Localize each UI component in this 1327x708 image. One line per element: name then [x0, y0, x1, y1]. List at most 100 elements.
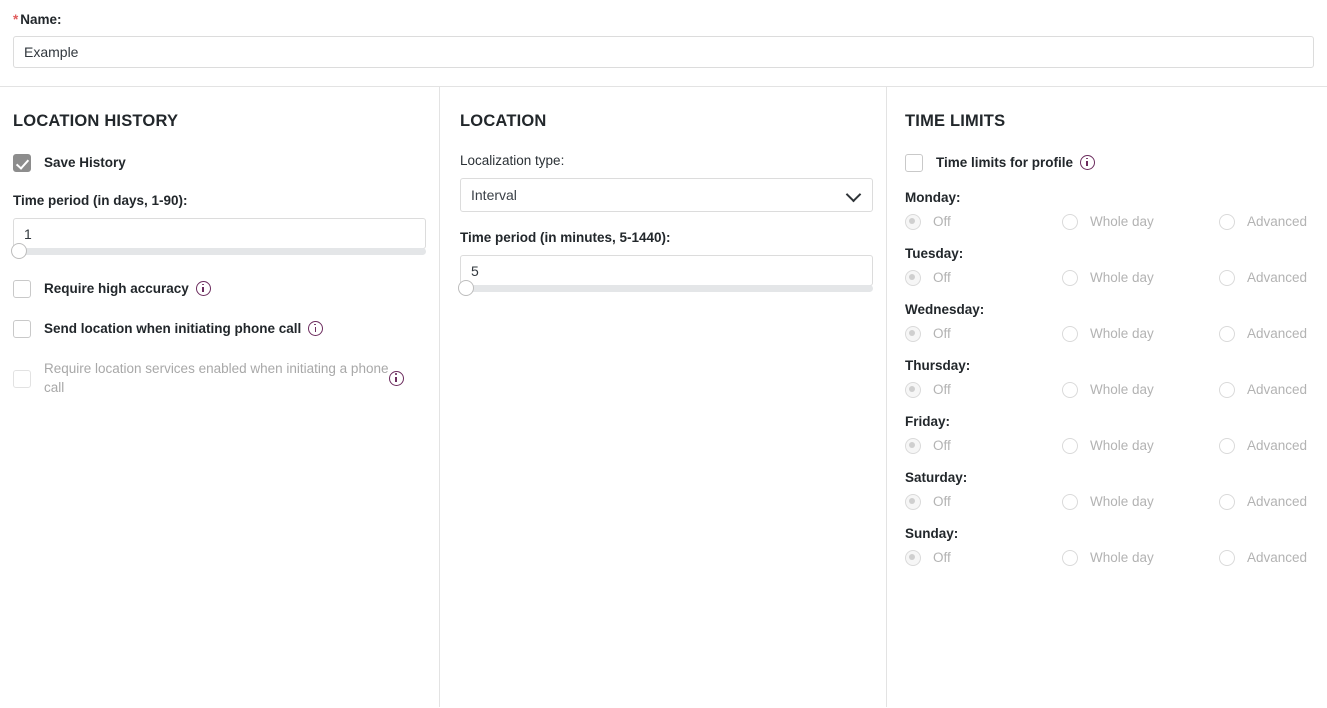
day-label: Tuesday:: [905, 246, 964, 261]
radio-option-whole-day[interactable]: Whole day: [1062, 270, 1219, 286]
radio-label: Whole day: [1090, 214, 1154, 229]
day-block: Tuesday: Off Whole day Advanced: [905, 246, 1314, 286]
day-radio-group: Off Whole day Advanced: [905, 270, 1314, 286]
radio-label: Advanced: [1247, 214, 1308, 229]
radio-option-advanced[interactable]: Advanced: [1219, 382, 1307, 398]
radio-option-whole-day[interactable]: Whole day: [1062, 382, 1219, 398]
radio-option-advanced[interactable]: Advanced: [1219, 270, 1307, 286]
radio-label: Off: [933, 494, 951, 509]
day-block: Thursday: Off Whole day Advanced: [905, 358, 1314, 398]
radio-button[interactable]: [1219, 438, 1235, 454]
radio-option-off[interactable]: Off: [905, 270, 1062, 286]
radio-button[interactable]: [1219, 382, 1235, 398]
time-limits-title: TIME LIMITS: [905, 112, 1006, 130]
radio-button[interactable]: [905, 270, 921, 286]
radio-button[interactable]: [1062, 494, 1078, 510]
time-limits-profile-label: Time limits for profile: [936, 153, 1096, 172]
radio-option-off[interactable]: Off: [905, 438, 1062, 454]
radio-option-whole-day[interactable]: Whole day: [1062, 550, 1219, 566]
location-time-period-slider[interactable]: [458, 280, 873, 296]
radio-button[interactable]: [905, 214, 921, 230]
radio-label: Advanced: [1247, 494, 1308, 509]
location-title: LOCATION: [460, 112, 547, 130]
day-radio-group: Off Whole day Advanced: [905, 382, 1314, 398]
radio-button[interactable]: [1219, 214, 1235, 230]
localization-type-select[interactable]: Interval: [460, 178, 873, 212]
radio-option-off[interactable]: Off: [905, 550, 1062, 566]
radio-option-off[interactable]: Off: [905, 326, 1062, 342]
radio-option-whole-day[interactable]: Whole day: [1062, 214, 1219, 230]
info-icon[interactable]: [308, 321, 324, 336]
location-history-title: LOCATION HISTORY: [13, 112, 179, 130]
send-location-phone-call-checkbox[interactable]: [13, 320, 31, 338]
radio-option-off[interactable]: Off: [905, 494, 1062, 510]
require-high-accuracy-row[interactable]: Require high accuracy: [13, 279, 426, 298]
name-input[interactable]: [13, 36, 1314, 68]
day-schedule-list: Monday: Off Whole day Advanced Tuesday: Off Wh…: [905, 190, 1314, 566]
day-block: Sunday: Off Whole day Advanced: [905, 526, 1314, 566]
radio-option-advanced[interactable]: Advanced: [1219, 438, 1307, 454]
day-label: Friday:: [905, 414, 951, 429]
history-slider-thumb[interactable]: [11, 243, 27, 259]
info-icon[interactable]: [195, 281, 211, 296]
radio-button[interactable]: [905, 550, 921, 566]
location-section: LOCATION Localization type: Interval Tim…: [439, 87, 886, 707]
radio-option-advanced[interactable]: Advanced: [1219, 326, 1307, 342]
radio-button[interactable]: [1062, 270, 1078, 286]
radio-button[interactable]: [1062, 550, 1078, 566]
require-location-services-label: Require location services enabled when i…: [44, 361, 389, 395]
day-radio-group: Off Whole day Advanced: [905, 214, 1314, 230]
day-block: Saturday: Off Whole day Advanced: [905, 470, 1314, 510]
radio-button[interactable]: [1219, 550, 1235, 566]
required-marker: *: [13, 12, 19, 27]
radio-button[interactable]: [1062, 382, 1078, 398]
radio-button[interactable]: [1219, 326, 1235, 342]
radio-button[interactable]: [1062, 438, 1078, 454]
radio-label: Off: [933, 550, 951, 565]
radio-label: Whole day: [1090, 494, 1154, 509]
time-limits-profile-row[interactable]: Time limits for profile: [905, 153, 1314, 172]
radio-option-off[interactable]: Off: [905, 382, 1062, 398]
radio-option-whole-day[interactable]: Whole day: [1062, 494, 1219, 510]
location-slider-thumb[interactable]: [458, 280, 474, 296]
radio-label: Advanced: [1247, 270, 1308, 285]
time-limits-profile-text: Time limits for profile: [936, 155, 1074, 170]
info-icon[interactable]: [389, 370, 404, 386]
radio-button[interactable]: [1062, 326, 1078, 342]
radio-label: Off: [933, 382, 951, 397]
radio-option-whole-day[interactable]: Whole day: [1062, 326, 1219, 342]
require-high-accuracy-checkbox[interactable]: [13, 280, 31, 298]
localization-type-select-wrap[interactable]: Interval: [460, 178, 873, 212]
save-history-checkbox[interactable]: [13, 154, 31, 172]
radio-button[interactable]: [905, 494, 921, 510]
name-field-block: * Name:: [0, 0, 1327, 68]
radio-option-off[interactable]: Off: [905, 214, 1062, 230]
day-label: Monday:: [905, 190, 961, 205]
radio-option-advanced[interactable]: Advanced: [1219, 494, 1307, 510]
radio-button[interactable]: [905, 382, 921, 398]
save-history-row[interactable]: Save History: [13, 153, 426, 172]
require-location-services-row: Require location services enabled when i…: [13, 359, 426, 397]
history-slider-track[interactable]: [13, 248, 426, 255]
location-slider-track[interactable]: [460, 285, 873, 292]
radio-option-whole-day[interactable]: Whole day: [1062, 438, 1219, 454]
radio-option-advanced[interactable]: Advanced: [1219, 214, 1307, 230]
name-field-label: * Name:: [13, 12, 1314, 28]
radio-button[interactable]: [1219, 494, 1235, 510]
history-time-period-slider[interactable]: [11, 243, 426, 259]
time-limits-profile-checkbox[interactable]: [905, 154, 923, 172]
radio-label: Off: [933, 270, 951, 285]
send-location-phone-call-text: Send location when initiating phone call: [44, 321, 302, 336]
radio-button[interactable]: [905, 438, 921, 454]
radio-label: Whole day: [1090, 438, 1154, 453]
info-icon[interactable]: [1080, 155, 1096, 170]
radio-label: Advanced: [1247, 550, 1308, 565]
send-location-phone-call-row[interactable]: Send location when initiating phone call: [13, 319, 426, 338]
radio-label: Whole day: [1090, 326, 1154, 341]
time-limits-section: TIME LIMITS Time limits for profile Mond…: [886, 87, 1327, 707]
radio-button[interactable]: [1219, 270, 1235, 286]
radio-option-advanced[interactable]: Advanced: [1219, 550, 1307, 566]
radio-label: Advanced: [1247, 438, 1308, 453]
radio-button[interactable]: [1062, 214, 1078, 230]
radio-button[interactable]: [905, 326, 921, 342]
